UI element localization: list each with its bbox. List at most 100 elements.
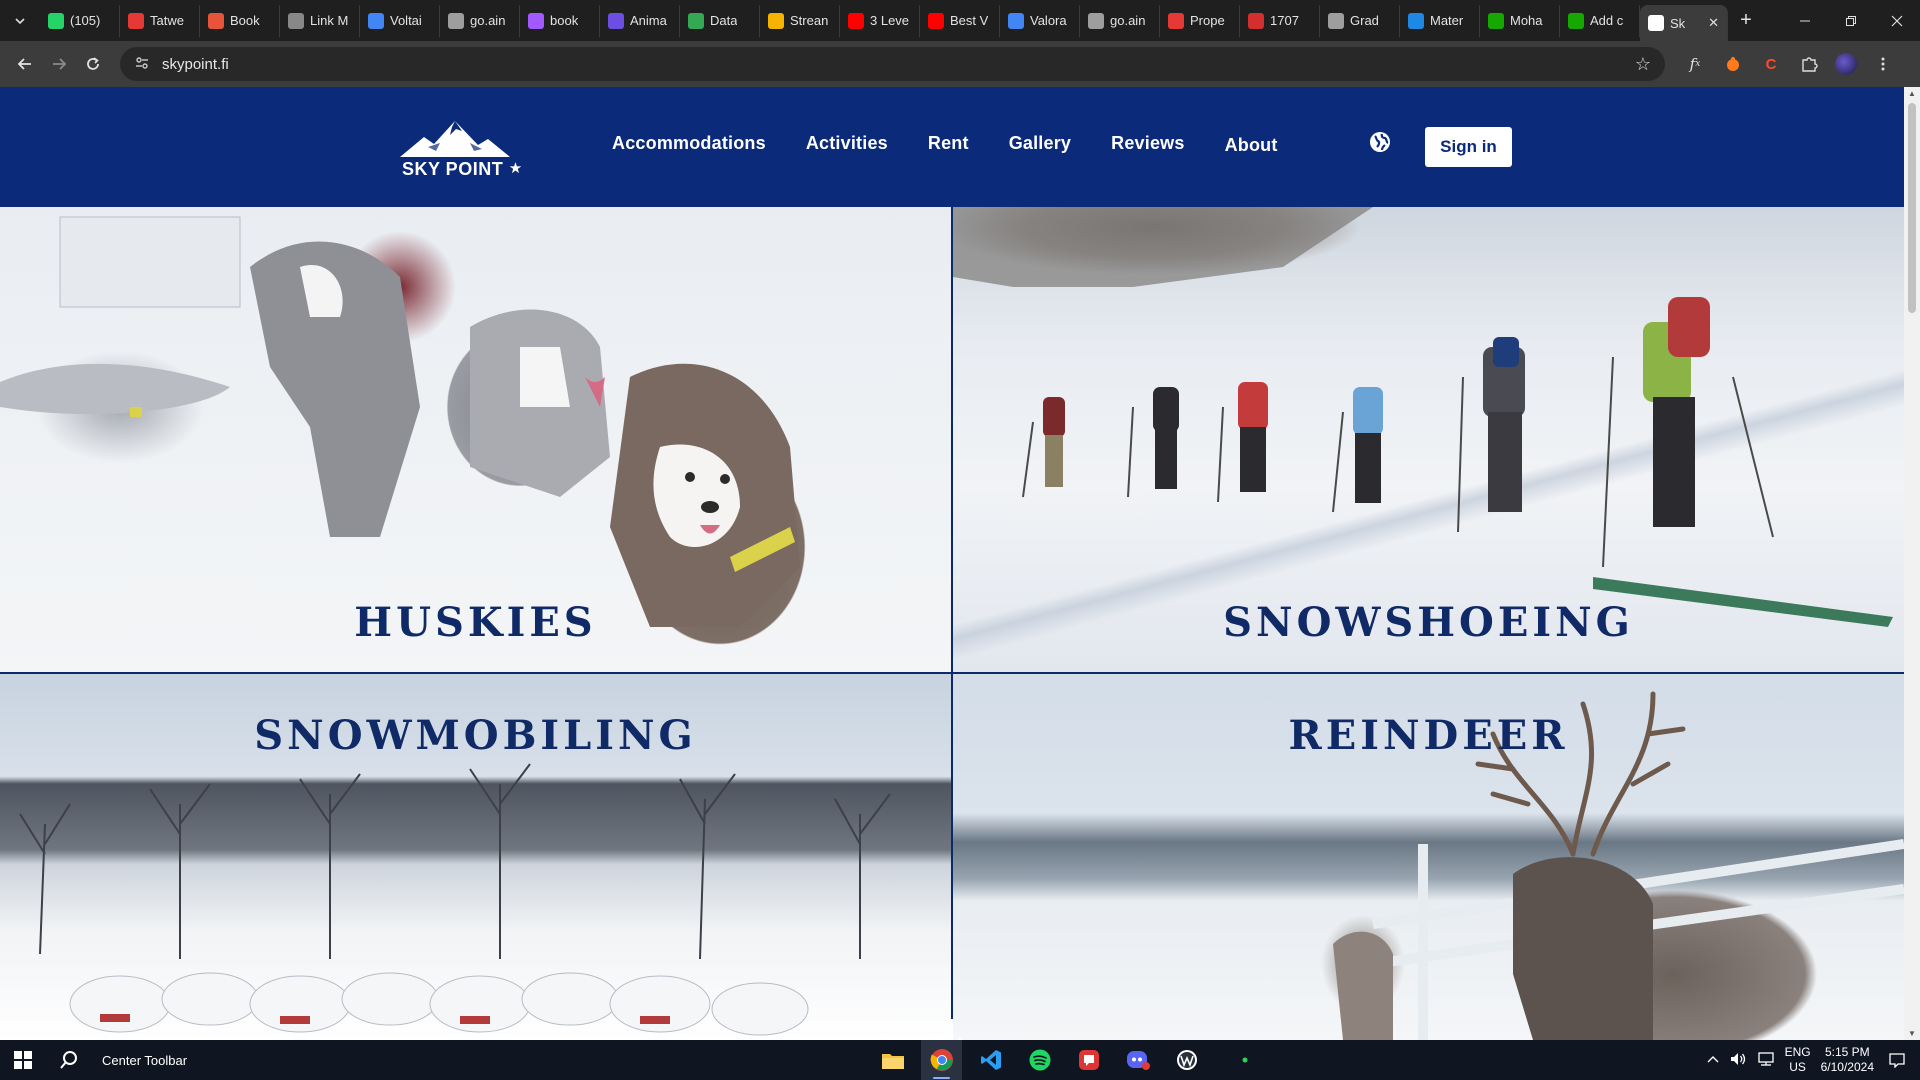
tab-list: (105) Tatwe Book Link M Voltai go.ain book Anim…: [40, 0, 1728, 41]
scroll-down-icon[interactable]: ▼: [1908, 1029, 1916, 1038]
activities-grid: HUSKIES SNOWSHOEING SNOWMOBILING REINDEE…: [0, 207, 1904, 1040]
scroll-up-icon[interactable]: ▲: [1908, 89, 1916, 98]
extensions-puzzle-icon[interactable]: [1797, 52, 1821, 76]
language-code: ENG: [1784, 1045, 1811, 1059]
bookmark-star-icon[interactable]: ☆: [1635, 54, 1651, 75]
extension-icons: fx C: [1683, 52, 1895, 76]
reload-icon: [87, 57, 99, 70]
start-button[interactable]: [0, 1040, 46, 1080]
browser-tab[interactable]: go.ain: [1080, 4, 1160, 37]
sign-in-button[interactable]: Sign in: [1425, 127, 1512, 167]
nav-activities[interactable]: Activities: [806, 133, 888, 156]
language-globe-button[interactable]: [1368, 130, 1392, 154]
nav-reviews[interactable]: Reviews: [1111, 133, 1184, 156]
scrollbar-thumb[interactable]: [1908, 103, 1916, 313]
windows-logo-icon: [14, 1051, 32, 1069]
tab-title: Moha: [1510, 13, 1543, 28]
kebab-menu-icon: [1881, 57, 1885, 71]
nav-about[interactable]: About: [1225, 135, 1278, 156]
url-text[interactable]: skypoint.fi: [162, 56, 1623, 73]
puzzle-icon: [1802, 57, 1818, 72]
browser-tab-strip: (105) Tatwe Book Link M Voltai go.ain book Anim…: [0, 0, 1920, 41]
browser-tab[interactable]: Prope: [1160, 4, 1240, 37]
mountain-logo-icon: [400, 121, 510, 157]
network-icon[interactable]: [1757, 1051, 1775, 1070]
browser-tab[interactable]: Anima: [600, 4, 680, 37]
browser-tab[interactable]: 1707: [1240, 4, 1320, 37]
r-icon: [1248, 12, 1264, 29]
restore-button[interactable]: [1828, 0, 1874, 41]
tune-icon: [136, 56, 148, 69]
tab-title: Valora: [1030, 13, 1067, 28]
arrow-right-icon: [53, 58, 67, 70]
tab-search-button[interactable]: [0, 0, 40, 41]
globe-icon: [448, 12, 464, 29]
tab-close-icon[interactable]: ✕: [1708, 15, 1719, 31]
taskbar-wordpress[interactable]: [1166, 1040, 1207, 1080]
browser-tab[interactable]: Strean: [760, 4, 840, 37]
close-window-button[interactable]: [1874, 0, 1920, 41]
nav-gallery[interactable]: Gallery: [1009, 133, 1071, 156]
taskbar-chrome[interactable]: [921, 1040, 962, 1080]
activity-card-huskies[interactable]: HUSKIES: [0, 207, 951, 672]
browser-tab[interactable]: Valora: [1000, 4, 1080, 37]
forward-button[interactable]: [42, 47, 76, 81]
browser-tab[interactable]: Sk ✕: [1640, 5, 1728, 41]
browser-tab[interactable]: Mater: [1400, 4, 1480, 37]
input-language[interactable]: ENG US: [1785, 1045, 1811, 1075]
vscode-icon: [980, 1050, 1001, 1070]
activity-card-snowshoeing[interactable]: SNOWSHOEING: [953, 207, 1904, 672]
clock-date: 6/10/2024: [1820, 1060, 1874, 1074]
tab-title: (105): [70, 13, 101, 28]
back-button[interactable]: [8, 47, 42, 81]
formula-extension-icon[interactable]: fx: [1683, 52, 1707, 76]
nav-accommodations[interactable]: Accommodations: [612, 133, 766, 156]
tab-title: Link M: [310, 13, 349, 28]
activity-card-snowmobiling[interactable]: SNOWMOBILING: [0, 674, 951, 1040]
notifications-button[interactable]: [1884, 1047, 1910, 1073]
site-info-icon[interactable]: [134, 55, 150, 74]
browser-tab[interactable]: Link M: [280, 4, 360, 37]
reload-button[interactable]: [76, 47, 110, 81]
center-toolbar-label[interactable]: Center Toolbar: [102, 1053, 872, 1068]
logo-text: SKY POINT ★: [402, 159, 523, 180]
taskbar-search-button[interactable]: [46, 1040, 92, 1080]
system-clock[interactable]: 5:15 PM 6/10/2024: [1821, 1045, 1874, 1075]
taskbar-discord[interactable]: [1117, 1040, 1158, 1080]
browser-tab[interactable]: Best V: [920, 4, 1000, 37]
browser-tab[interactable]: Data: [680, 4, 760, 37]
browser-tab[interactable]: 3 Leve: [840, 4, 920, 37]
browser-tab[interactable]: Add c: [1560, 4, 1640, 37]
minimize-button[interactable]: [1782, 0, 1828, 41]
browser-tab[interactable]: Voltai: [360, 4, 440, 37]
browser-tab[interactable]: go.ain: [440, 4, 520, 37]
profile-avatar[interactable]: [1835, 53, 1857, 75]
page-scrollbar[interactable]: ▲ ▼: [1904, 87, 1920, 1040]
activity-card-reindeer[interactable]: REINDEER: [953, 674, 1904, 1040]
scroll-down-arrow-icon[interactable]: [940, 1017, 964, 1040]
taskbar-red-app[interactable]: [1068, 1040, 1109, 1080]
address-bar[interactable]: skypoint.fi ☆: [120, 47, 1665, 81]
site-logo[interactable]: SKY POINT ★: [400, 117, 525, 179]
show-hidden-icons[interactable]: [1707, 1053, 1719, 1067]
browser-tab[interactable]: Book: [200, 4, 280, 37]
browser-menu-icon[interactable]: [1871, 52, 1895, 76]
browser-tab[interactable]: Moha: [1480, 4, 1560, 37]
volume-icon[interactable]: [1729, 1051, 1747, 1070]
taskbar-vscode[interactable]: [970, 1040, 1011, 1080]
browser-tab[interactable]: book: [520, 4, 600, 37]
nav-rent[interactable]: Rent: [928, 133, 969, 156]
taskbar-spotify[interactable]: [1019, 1040, 1060, 1080]
tab-title: Mater: [1430, 13, 1464, 28]
taskbar-file-explorer[interactable]: [872, 1040, 913, 1080]
new-tab-button[interactable]: +: [1728, 0, 1764, 41]
tab-title: go.ain: [1110, 13, 1146, 28]
red-extension-icon[interactable]: C: [1759, 52, 1783, 76]
browser-tab[interactable]: (105): [40, 4, 120, 37]
browser-tab[interactable]: Tatwe: [120, 4, 200, 37]
orange-extension-icon[interactable]: [1721, 52, 1745, 76]
tab-title: Anima: [630, 13, 667, 28]
browser-tab[interactable]: Grad: [1320, 4, 1400, 37]
dot-icon: [128, 12, 144, 29]
docs-icon: [1008, 12, 1024, 29]
